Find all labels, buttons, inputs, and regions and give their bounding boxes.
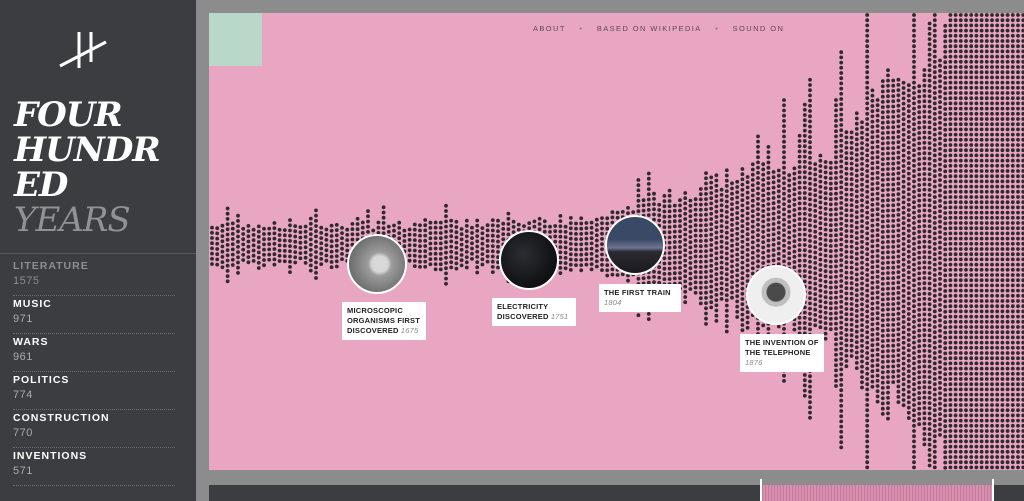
event-card: ELECTRICITY DISCOVERED 1751 — [492, 298, 576, 326]
category-music[interactable]: MUSIC 971 — [13, 296, 175, 334]
timeline-handle-left[interactable] — [760, 479, 762, 501]
microscope-photo-icon — [347, 234, 407, 294]
category-list: LITERATURE 1575 MUSIC 971 WARS 961 POLIT… — [13, 258, 175, 486]
site-title: FOUR HUNDR ED YEARS — [14, 95, 161, 240]
event-card: THE INVENTION OF THE TELEPHONE 1876 — [740, 334, 824, 372]
category-label: WARS — [13, 336, 49, 348]
event-title: ELECTRICITY DISCOVERED — [497, 302, 549, 321]
event-year: 1876 — [745, 358, 763, 367]
event-card: THE FIRST TRAIN 1804 — [599, 284, 681, 312]
title-line-2: HUNDR — [14, 130, 161, 170]
telephone-photo-icon — [746, 265, 806, 325]
timeline-handle-right[interactable] — [992, 479, 994, 501]
category-count: 961 — [13, 351, 33, 363]
logo-icon[interactable] — [58, 28, 108, 72]
category-label: POLITICS — [13, 374, 70, 386]
category-inventions[interactable]: INVENTIONS 571 — [13, 448, 175, 486]
category-label: LITERATURE — [13, 260, 89, 272]
category-label: MUSIC — [13, 298, 52, 310]
category-wars[interactable]: WARS 961 — [13, 334, 175, 372]
event-card: MICROSCOPIC ORGANISMS FIRST DISCOVERED 1… — [342, 302, 426, 340]
title-line-3: ED — [14, 165, 68, 205]
title-line-4: YEARS — [14, 200, 131, 240]
category-count: 971 — [13, 313, 33, 325]
event-year: 1675 — [400, 326, 419, 335]
category-label: INVENTIONS — [13, 450, 88, 462]
title-line-1: FOUR — [14, 95, 123, 135]
event-year: 1751 — [550, 312, 569, 321]
bridge-photo-icon — [605, 215, 665, 275]
category-count: 774 — [13, 389, 33, 401]
category-politics[interactable]: POLITICS 774 — [13, 372, 175, 410]
timeline-window[interactable] — [760, 479, 994, 501]
category-count: 1575 — [13, 275, 40, 287]
category-count: 571 — [13, 465, 33, 477]
category-construction[interactable]: CONSTRUCTION 770 — [13, 410, 175, 448]
visualization-canvas: ABOUT • BASED ON WIKIPEDIA • SOUND ON MI… — [209, 13, 1024, 470]
divider — [0, 253, 196, 254]
category-label: CONSTRUCTION — [13, 412, 110, 424]
sidebar: FOUR HUNDR ED YEARS LITERATURE 1575 MUSI… — [0, 0, 196, 501]
event-title: THE FIRST TRAIN — [604, 288, 671, 297]
category-count: 770 — [13, 427, 33, 439]
event-year: 1804 — [604, 298, 622, 307]
dark-photo-icon — [499, 230, 559, 290]
timeline-scrubber[interactable] — [209, 479, 1024, 501]
category-literature[interactable]: LITERATURE 1575 — [13, 258, 175, 296]
event-title: THE INVENTION OF THE TELEPHONE — [745, 338, 819, 357]
